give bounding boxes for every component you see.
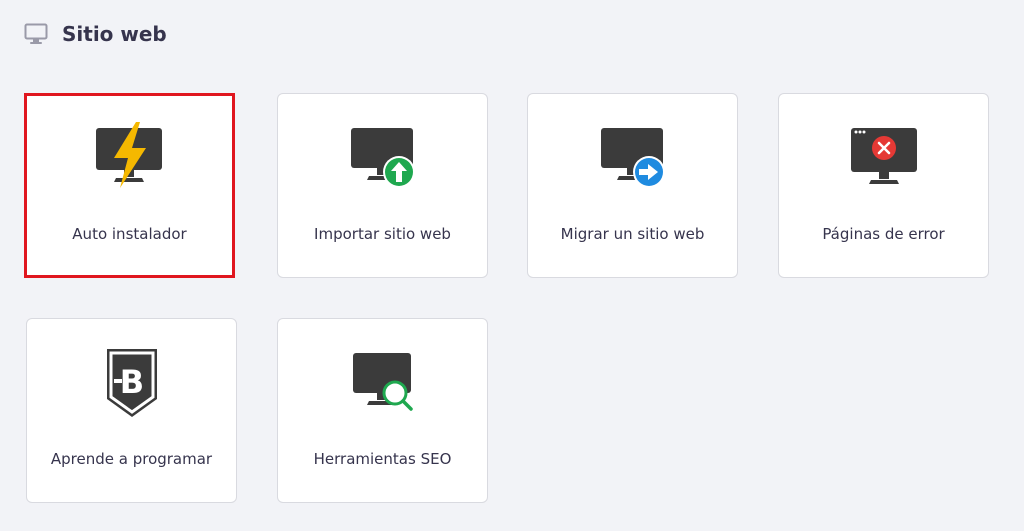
section-header: Sitio web <box>24 20 167 48</box>
card-migrate-website[interactable]: Migrar un sitio web <box>527 93 738 278</box>
card-learn-programming[interactable]: B Aprende a programar <box>26 318 237 503</box>
card-label: Migrar un sitio web <box>560 225 705 243</box>
monitor-search-icon <box>343 347 423 417</box>
card-seo-tools[interactable]: Herramientas SEO <box>277 318 488 503</box>
card-import-website[interactable]: Importar sitio web <box>277 93 488 278</box>
lightning-monitor-icon <box>90 122 170 192</box>
monitor-upload-icon <box>343 122 423 192</box>
b-shield-icon: B <box>92 347 172 417</box>
monitor-icon <box>24 22 48 46</box>
card-label: Auto instalador <box>72 225 187 243</box>
section-title: Sitio web <box>62 22 167 46</box>
card-label: Páginas de error <box>822 225 945 243</box>
card-label: Aprende a programar <box>50 450 213 468</box>
website-section: Sitio web Auto instalador Importar sitio… <box>0 0 1024 531</box>
card-auto-installer[interactable]: Auto instalador <box>24 93 235 278</box>
monitor-arrow-right-icon <box>593 122 673 192</box>
card-label: Herramientas SEO <box>313 450 452 468</box>
svg-text:B: B <box>119 363 143 401</box>
card-label: Importar sitio web <box>314 225 451 243</box>
card-error-pages[interactable]: Páginas de error <box>778 93 989 278</box>
monitor-error-icon <box>844 122 924 192</box>
